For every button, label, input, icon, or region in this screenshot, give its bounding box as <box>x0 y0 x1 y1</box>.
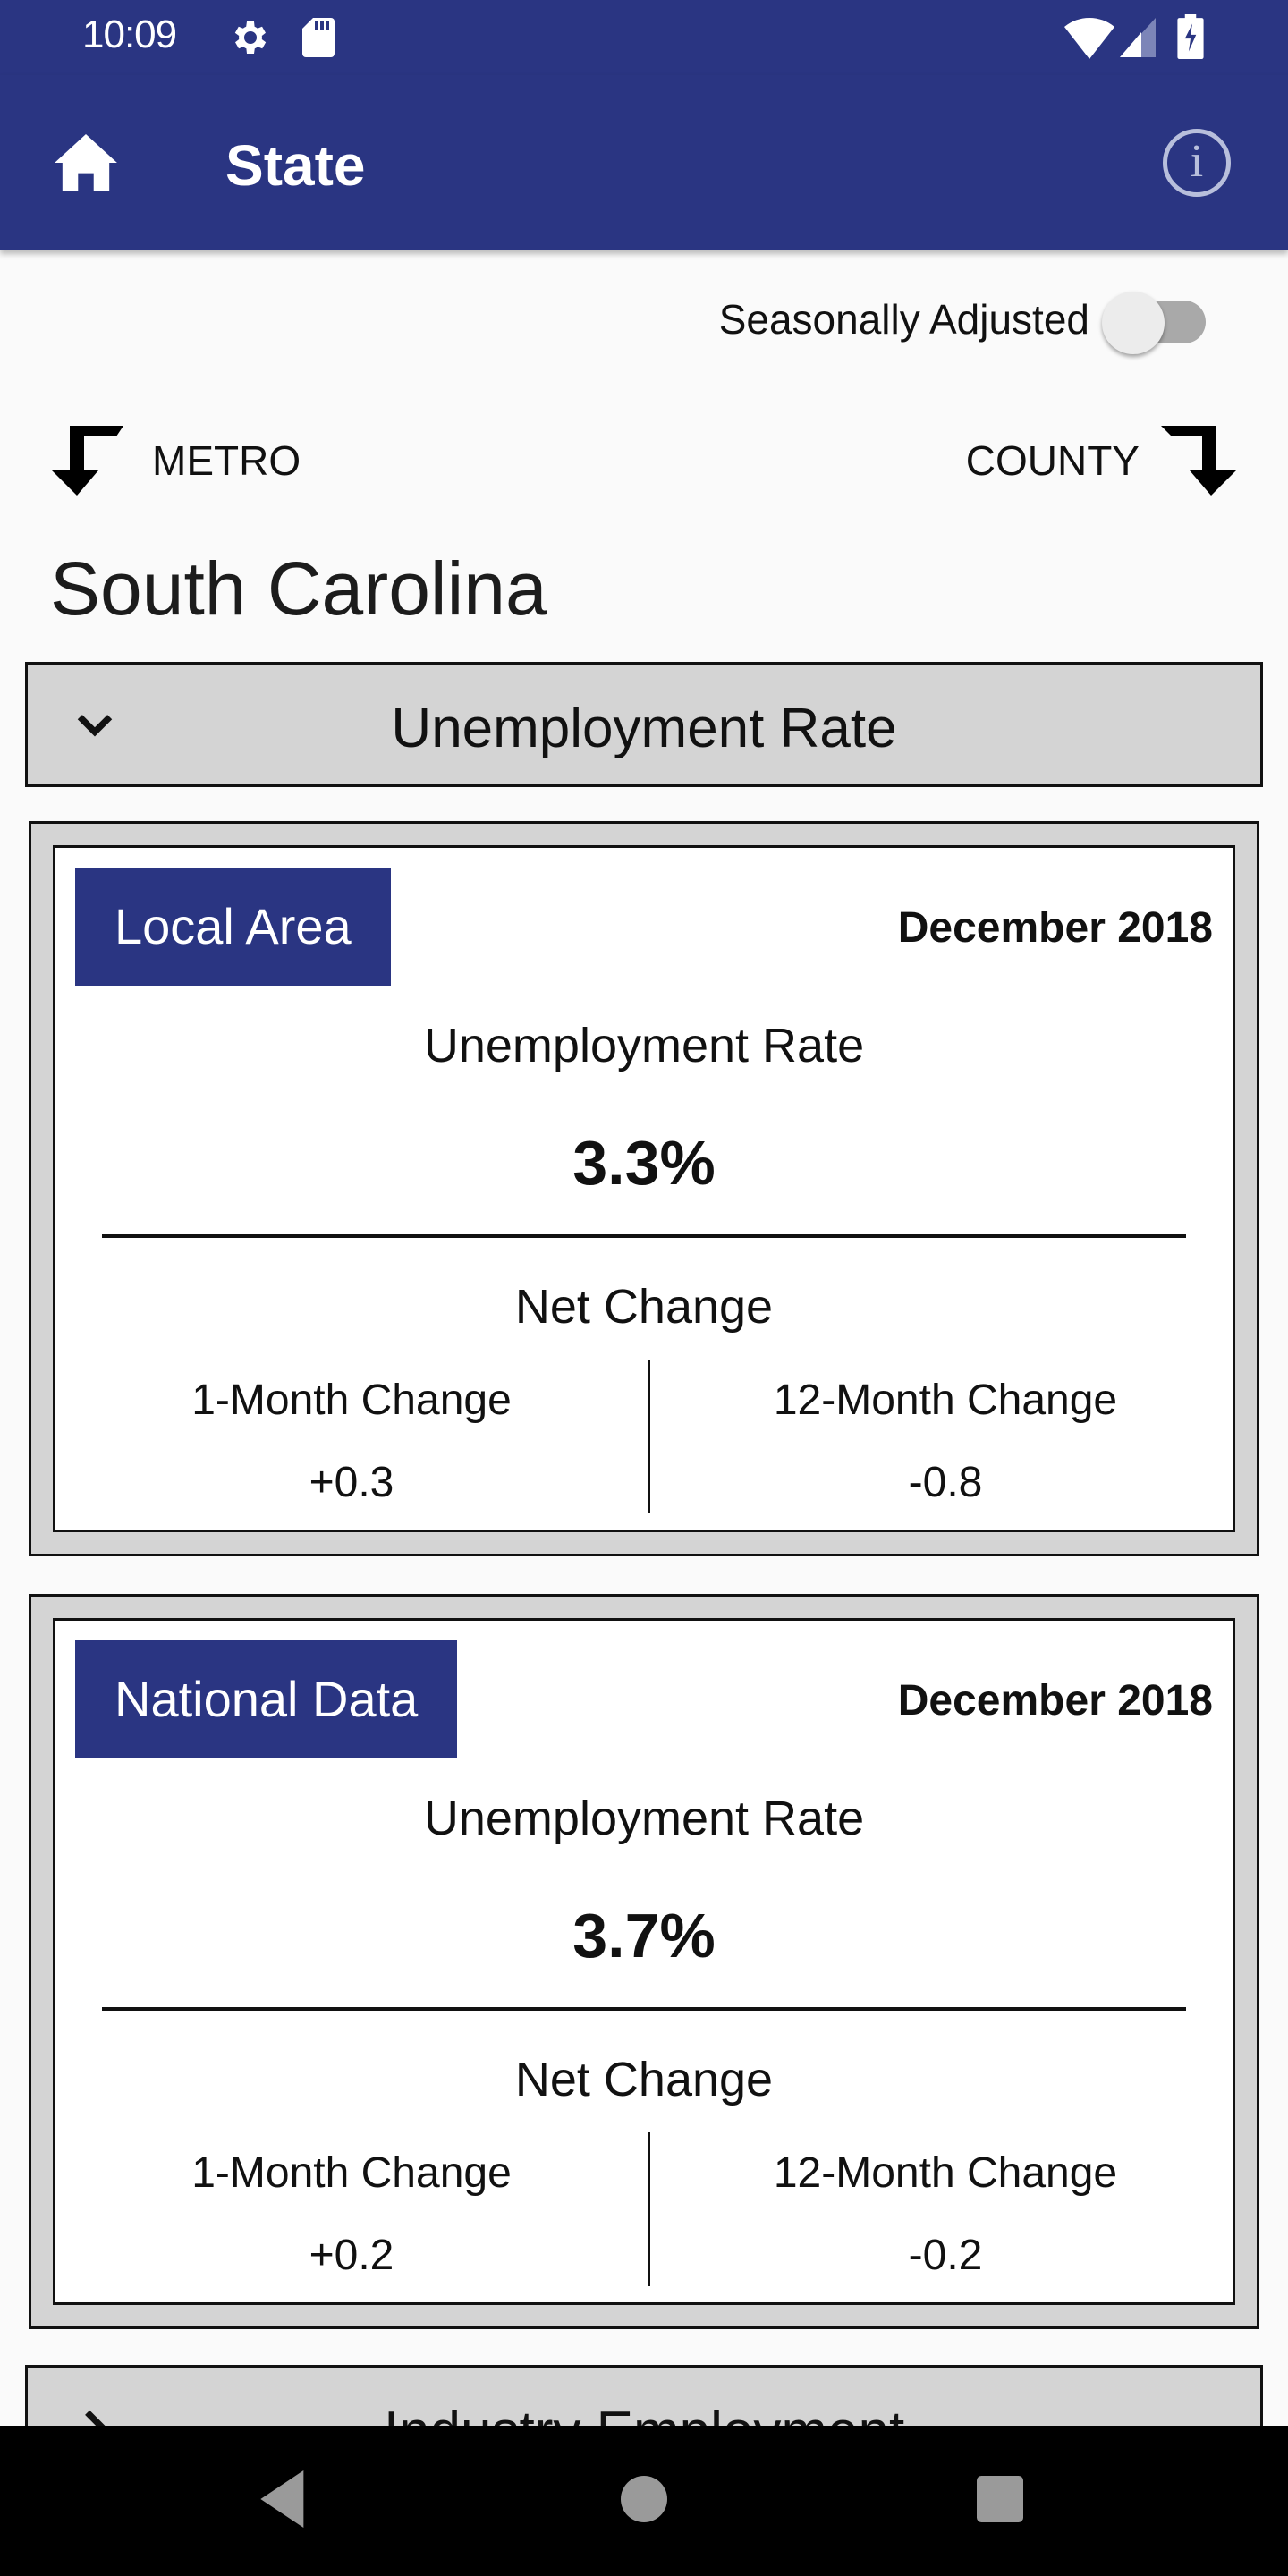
arrow-down-left-icon <box>52 426 123 496</box>
back-icon[interactable] <box>259 2470 309 2528</box>
twelve-month-label: 12-Month Change <box>773 1377 1118 1424</box>
county-label: COUNTY <box>965 437 1140 484</box>
county-link[interactable]: COUNTY <box>966 420 1241 501</box>
divider <box>102 1234 1186 1238</box>
metric-value: 3.7% <box>572 1901 716 1970</box>
system-nav-bar <box>0 2426 1288 2576</box>
home-nav-icon[interactable] <box>621 2476 667 2522</box>
one-month-value: +0.2 <box>309 2232 394 2279</box>
metric-label: Unemployment Rate <box>423 1019 865 1072</box>
status-bar: 10:09 <box>0 0 1288 75</box>
app-bar: State i <box>0 75 1288 250</box>
card-date: December 2018 <box>897 904 1213 952</box>
wifi-icon <box>1064 18 1114 59</box>
metro-link[interactable]: METRO <box>47 420 301 501</box>
sd-card-icon <box>302 18 335 57</box>
net-change-label: Net Change <box>514 1280 774 1334</box>
card-badge: Local Area <box>75 868 391 986</box>
seasonally-adjusted-label: Seasonally Adjusted <box>718 296 1089 343</box>
national-data-card: National Data December 2018 Unemployment… <box>29 1594 1259 2329</box>
gear-icon <box>234 21 267 54</box>
one-month-label: 1-Month Change <box>191 1377 512 1424</box>
arrow-down-right-icon <box>1161 426 1236 496</box>
metric-value: 3.3% <box>572 1128 716 1198</box>
card-body: Local Area December 2018 Unemployment Ra… <box>53 845 1235 1532</box>
card-badge: National Data <box>75 1640 458 1758</box>
toggle-knob <box>1102 292 1165 354</box>
metro-label: METRO <box>152 437 301 484</box>
one-month-label: 1-Month Change <box>191 2149 512 2197</box>
twelve-month-value: -0.2 <box>908 2232 983 2279</box>
recents-icon[interactable] <box>977 2476 1023 2522</box>
net-change-label: Net Change <box>514 2053 774 2106</box>
card-body: National Data December 2018 Unemployment… <box>53 1618 1235 2305</box>
divider <box>102 2007 1186 2011</box>
local-area-card: Local Area December 2018 Unemployment Ra… <box>29 821 1259 1556</box>
section-title: Unemployment Rate <box>391 698 897 759</box>
cell-signal-icon <box>1120 18 1156 57</box>
card-date: December 2018 <box>897 1677 1213 1724</box>
metric-label: Unemployment Rate <box>423 1792 865 1845</box>
battery-charging-icon <box>1177 14 1204 59</box>
status-time: 10:09 <box>82 13 177 56</box>
twelve-month-value: -0.8 <box>908 1459 983 1506</box>
twelve-month-label: 12-Month Change <box>773 2149 1118 2197</box>
section-header-unemployment[interactable]: Unemployment Rate <box>25 662 1263 787</box>
seasonally-adjusted-toggle[interactable] <box>1102 292 1206 354</box>
location-name: South Carolina <box>50 547 547 631</box>
home-icon[interactable] <box>54 134 118 191</box>
info-icon[interactable]: i <box>1163 129 1231 197</box>
one-month-value: +0.3 <box>309 1459 394 1506</box>
info-glyph: i <box>1190 136 1204 187</box>
page-title: State <box>225 133 366 198</box>
